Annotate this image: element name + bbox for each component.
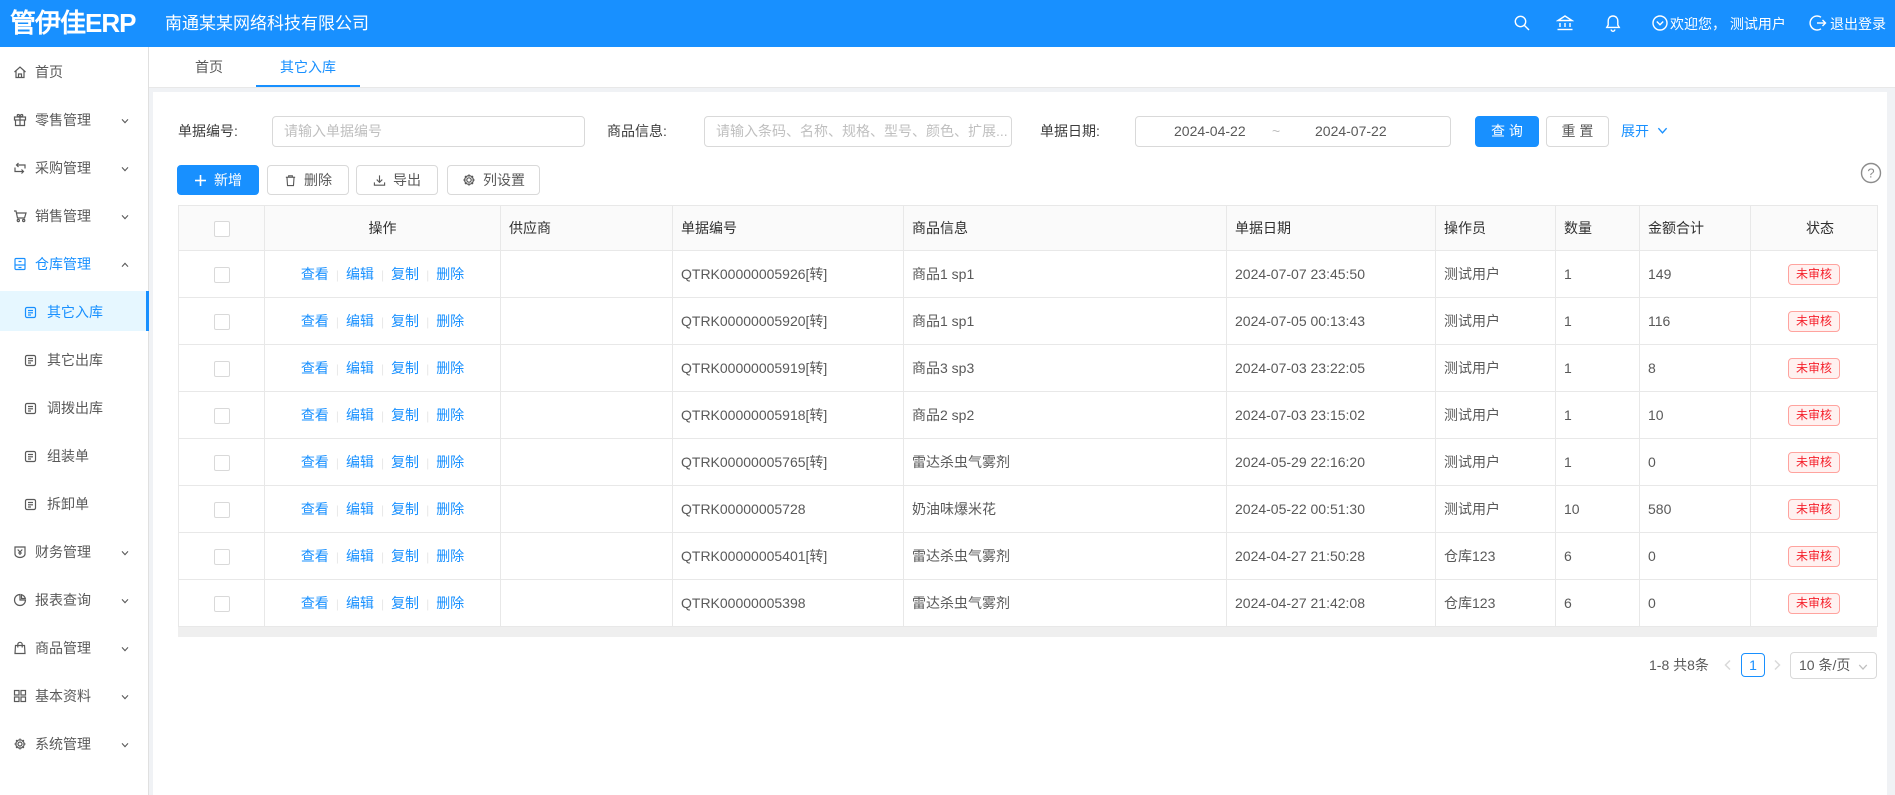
svg-text:?: ? (1867, 166, 1874, 181)
